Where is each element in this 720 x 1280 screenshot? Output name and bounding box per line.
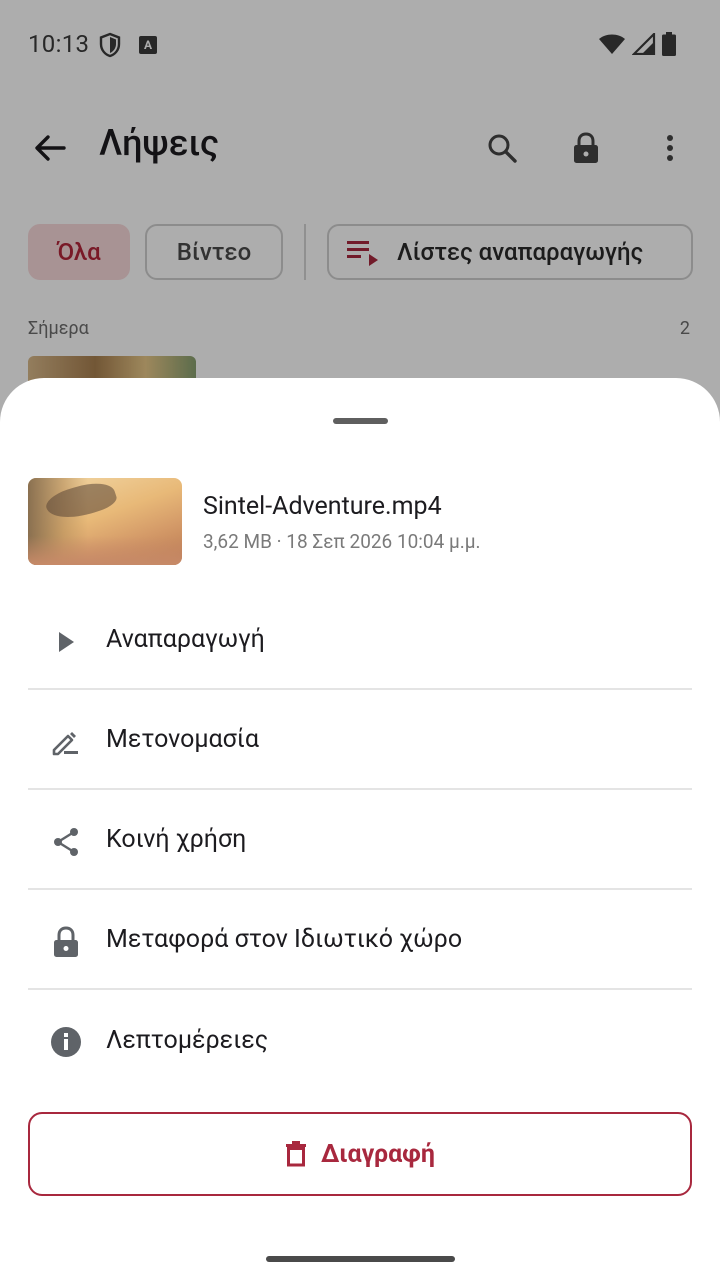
file-meta: 3,62 MB · 18 Σεπ 2026 10:04 μ.μ. bbox=[203, 530, 481, 553]
menu-item-label: Αναπαραγωγή bbox=[106, 624, 265, 654]
bottom-sheet: Sintel-Adventure.mp4 3,62 MB · 18 Σεπ 20… bbox=[0, 378, 720, 1280]
menu-item-label: Κοινή χρήση bbox=[106, 824, 247, 854]
delete-button-label: Διαγραφή bbox=[320, 1139, 435, 1169]
share-icon bbox=[50, 826, 82, 858]
menu-item-label: Λεπτομέρειες bbox=[106, 1025, 269, 1055]
file-thumbnail bbox=[28, 478, 182, 565]
menu-item-label: Μετονομασία bbox=[106, 724, 260, 754]
info-icon bbox=[50, 1026, 82, 1058]
lock-icon bbox=[50, 926, 82, 958]
delete-button[interactable]: Διαγραφή bbox=[28, 1112, 692, 1196]
drag-handle[interactable] bbox=[333, 418, 388, 424]
menu-item-details[interactable]: Λεπτομέρειες bbox=[28, 990, 692, 1090]
file-header: Sintel-Adventure.mp4 3,62 MB · 18 Σεπ 20… bbox=[28, 478, 692, 566]
menu-item-move-private[interactable]: Μεταφορά στον Ιδιωτικό χώρο bbox=[28, 890, 692, 990]
menu-item-share[interactable]: Κοινή χρήση bbox=[28, 790, 692, 890]
action-menu: Αναπαραγωγή Μετονομασία Κοινή χρήση Μετα… bbox=[28, 590, 692, 1090]
menu-item-play[interactable]: Αναπαραγωγή bbox=[28, 590, 692, 690]
menu-item-label: Μεταφορά στον Ιδιωτικό χώρο bbox=[106, 924, 463, 954]
edit-icon bbox=[50, 726, 82, 758]
menu-item-rename[interactable]: Μετονομασία bbox=[28, 690, 692, 790]
gesture-nav-handle[interactable] bbox=[266, 1256, 455, 1262]
play-icon bbox=[50, 626, 82, 658]
file-name: Sintel-Adventure.mp4 bbox=[203, 492, 442, 521]
trash-icon bbox=[285, 1141, 306, 1167]
